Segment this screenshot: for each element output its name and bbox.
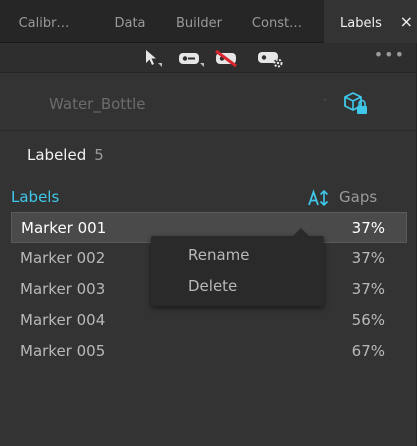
marker-name: Marker 002 bbox=[20, 249, 106, 267]
labeled-count: 5 bbox=[94, 146, 104, 164]
menu-item-rename[interactable]: Rename bbox=[188, 246, 250, 264]
marker-name: Marker 004 bbox=[20, 311, 106, 329]
hide-markers-icon[interactable] bbox=[212, 48, 240, 68]
marker-gaps: 37% bbox=[351, 280, 385, 298]
list-item[interactable]: Marker 005 67% bbox=[11, 336, 407, 367]
marker-tool-icon[interactable] bbox=[176, 48, 206, 68]
marker-gaps: 67% bbox=[351, 342, 385, 360]
gaps-column-header[interactable]: Gaps bbox=[339, 188, 377, 206]
more-options-icon[interactable]: ••• bbox=[374, 45, 405, 64]
sort-icon[interactable] bbox=[308, 188, 330, 208]
divider bbox=[0, 130, 417, 131]
labeled-label: Labeled bbox=[27, 146, 87, 164]
marker-name: Marker 001 bbox=[21, 219, 107, 237]
tab-calibration[interactable]: Calibr… bbox=[0, 0, 88, 43]
menu-item-delete[interactable]: Delete bbox=[188, 277, 237, 295]
cube-lock-icon[interactable] bbox=[342, 91, 370, 117]
tab-bar: Calibr… Data Builder Const… Labels × bbox=[0, 0, 417, 44]
pointer-tool-icon[interactable] bbox=[142, 48, 164, 68]
tab-builder[interactable]: Builder bbox=[164, 0, 234, 43]
tab-constraints[interactable]: Const… bbox=[244, 0, 310, 43]
list-item[interactable]: Marker 004 56% bbox=[11, 305, 407, 336]
labels-section-title: Labels bbox=[11, 188, 60, 206]
marker-gaps: 37% bbox=[351, 249, 385, 267]
tab-data[interactable]: Data bbox=[98, 0, 162, 43]
toolbar: ••• bbox=[0, 43, 417, 73]
context-menu-pointer bbox=[293, 228, 309, 236]
asset-select-value: Water_Bottle bbox=[49, 95, 146, 113]
labeled-summary: Labeled 5 bbox=[27, 146, 104, 164]
settings-tool-icon[interactable] bbox=[254, 48, 286, 68]
chevron-down-icon: ˅ bbox=[322, 97, 329, 110]
marker-name: Marker 003 bbox=[20, 280, 106, 298]
marker-gaps: 37% bbox=[351, 219, 385, 237]
asset-select[interactable]: Water_Bottle ˅ bbox=[44, 91, 334, 117]
marker-name: Marker 005 bbox=[20, 342, 106, 360]
tab-labels-label: Labels bbox=[340, 16, 382, 31]
context-menu: Rename Delete bbox=[151, 228, 324, 306]
tab-labels[interactable]: Labels × bbox=[324, 0, 417, 44]
close-icon[interactable]: × bbox=[400, 14, 413, 30]
marker-gaps: 56% bbox=[351, 311, 385, 329]
